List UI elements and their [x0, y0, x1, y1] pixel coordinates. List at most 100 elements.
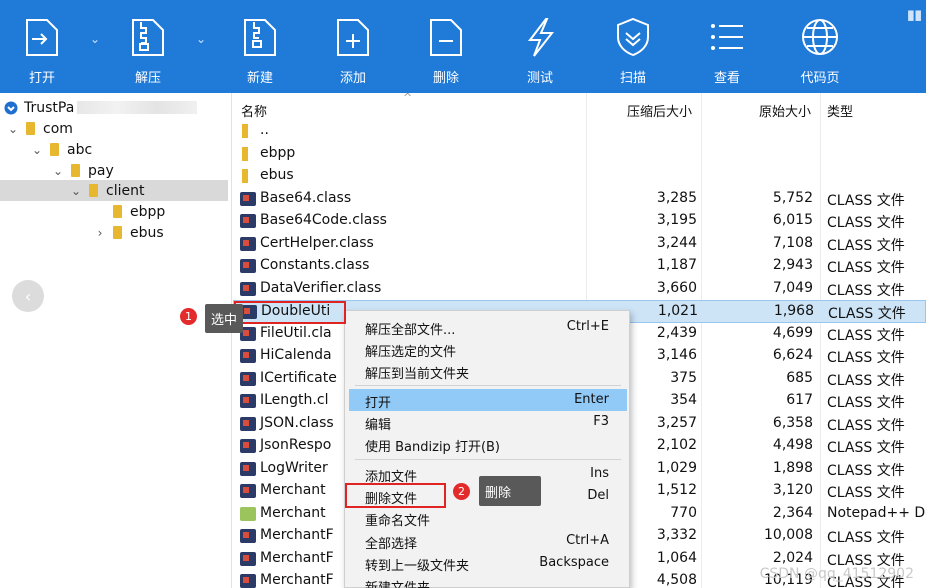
back-arrow-icon[interactable]: ‹: [12, 280, 44, 312]
scan-label: 扫描: [619, 71, 646, 86]
tree-item-ebus[interactable]: › ebus: [93, 222, 164, 243]
class-file-icon: [240, 529, 256, 543]
table-row[interactable]: Constants.class 1,187 2,943 CLASS 文件: [233, 255, 926, 278]
menu-item-extract-here[interactable]: 解压到当前文件夹: [349, 360, 627, 382]
menu-item-select-all[interactable]: 全部选择 Ctrl+A: [349, 530, 627, 552]
cell-type: CLASS 文件: [827, 237, 905, 254]
codepage-label: 代码页: [800, 71, 840, 86]
new-archive-button[interactable]: 新建: [236, 0, 284, 93]
cell-type: CLASS 文件: [827, 417, 905, 434]
cell-type: CLASS 文件: [827, 462, 905, 479]
chevron-down-icon[interactable]: ⌄: [51, 164, 65, 178]
menu-item-open-with-bandizip[interactable]: 使用 Bandizip 打开(B): [349, 433, 627, 455]
cell-packed-size: 1,187: [656, 257, 697, 273]
extract-label: 解压: [134, 71, 161, 86]
class-file-icon: [240, 371, 256, 386]
menu-item-open[interactable]: 打开 Enter: [349, 389, 627, 411]
sort-ascending-icon: ^: [403, 93, 413, 104]
cell-name: Base64.class: [260, 189, 352, 206]
cell-name: MerchantF: [260, 549, 334, 566]
cell-name: JSON.class: [260, 414, 334, 431]
cell-original-size: 617: [786, 392, 813, 408]
tree-item-pay[interactable]: ⌄ pay: [51, 160, 114, 181]
class-file-icon: [240, 214, 256, 228]
chevron-down-icon[interactable]: ⌄: [6, 122, 20, 136]
folder-icon: [242, 169, 248, 183]
tree-root-label: TrustPa: [24, 99, 75, 116]
class-file-icon: [240, 416, 256, 431]
test-button[interactable]: 测试: [516, 0, 564, 93]
cell-type: CLASS 文件: [827, 327, 905, 344]
menu-item-extract-all[interactable]: 解压全部文件... Ctrl+E: [349, 316, 627, 338]
extract-dropdown-icon[interactable]: ⌄: [196, 32, 206, 46]
menu-item-shortcut: F3: [593, 414, 609, 429]
add-button[interactable]: 添加: [329, 0, 377, 93]
cell-type: CLASS 文件: [827, 485, 905, 501]
cell-original-size: 5,752: [772, 189, 813, 206]
column-header-original[interactable]: 原始大小: [759, 101, 811, 120]
menu-separator: [355, 385, 621, 386]
extract-icon: [125, 10, 171, 64]
notepad-file-icon: [240, 506, 256, 521]
table-row[interactable]: ..: [233, 120, 926, 143]
chevron-down-icon[interactable]: ⌄: [69, 184, 83, 198]
cell-type: CLASS 文件: [827, 350, 905, 366]
table-row[interactable]: Base64.class 3,285 5,752 CLASS 文件: [233, 188, 926, 211]
step-badge-2: 2: [453, 483, 470, 500]
menu-item-label: 编辑: [365, 418, 392, 433]
cell-original-size: 6,624: [772, 347, 813, 363]
table-row[interactable]: ebus: [233, 165, 926, 188]
menu-item-rename[interactable]: 重命名文件: [349, 507, 627, 529]
tree-item-ebpp[interactable]: ebpp: [107, 201, 165, 222]
tree-root[interactable]: TrustPa: [4, 97, 198, 118]
class-file-icon: [240, 191, 256, 206]
menu-item-label: 解压到当前文件夹: [365, 367, 470, 382]
cell-original-size: 1,898: [772, 459, 813, 476]
column-header-packed[interactable]: 压缩后大小: [627, 101, 692, 120]
class-file-icon: [240, 394, 256, 408]
open-button[interactable]: 打开: [18, 0, 66, 93]
class-file-icon: [240, 259, 256, 273]
table-row[interactable]: ebpp: [233, 143, 926, 166]
chevron-down-icon[interactable]: ⌄: [30, 143, 44, 157]
table-row[interactable]: CertHelper.class 3,244 7,108 CLASS 文件: [233, 233, 926, 256]
folder-tree: TrustPa ⌄ com ⌄ abc ⌄ pay ⌄ client ebpp › ebu…: [0, 93, 232, 588]
table-row[interactable]: Base64Code.class 3,195 6,015 CLASS 文件: [233, 210, 926, 233]
add-icon: [330, 10, 376, 64]
toolbar-grip-icon[interactable]: ▪▪ ▪▪: [907, 7, 922, 23]
view-button[interactable]: 查看: [703, 0, 751, 93]
class-file-icon: [240, 574, 256, 588]
context-menu: 解压全部文件... Ctrl+E 解压选定的文件 解压到当前文件夹 打开 Enter…: [344, 310, 630, 588]
scan-button[interactable]: 扫描: [609, 0, 657, 93]
codepage-button[interactable]: 代码页: [796, 0, 844, 93]
new-archive-label: 新建: [246, 71, 273, 86]
cell-original-size: 2,364: [772, 504, 813, 521]
cell-original-size: 10,008: [764, 527, 813, 543]
menu-item-extract-selected[interactable]: 解压选定的文件: [349, 338, 627, 360]
cell-name: ILength.cl: [260, 392, 329, 408]
menu-item-shortcut: Enter: [574, 392, 609, 407]
cell-type: Notepad++ Do: [827, 504, 926, 521]
highlight-box-selected-file: [234, 301, 346, 324]
menu-item-new-folder[interactable]: 新建文件夹: [349, 574, 627, 588]
cell-original-size: 7,049: [772, 279, 813, 296]
extract-button[interactable]: 解压: [124, 0, 172, 93]
cell-name: Constants.class: [260, 257, 370, 273]
tree-item-com[interactable]: ⌄ com: [6, 118, 73, 139]
highlight-box-delete-menu: [345, 483, 446, 508]
open-dropdown-icon[interactable]: ⌄: [90, 32, 100, 46]
menu-item-edit[interactable]: 编辑 F3: [349, 411, 627, 433]
menu-item-go-up[interactable]: 转到上一级文件夹 Backspace: [349, 552, 627, 574]
table-row[interactable]: DataVerifier.class 3,660 7,049 CLASS 文件: [233, 278, 926, 301]
chevron-right-icon[interactable]: ›: [93, 226, 107, 240]
column-header-name[interactable]: 名称: [241, 101, 267, 120]
column-header-type[interactable]: 类型: [827, 101, 853, 120]
tree-item-abc[interactable]: ⌄ abc: [30, 139, 92, 160]
class-file-icon: [240, 281, 256, 296]
delete-button[interactable]: 删除: [422, 0, 470, 93]
cell-name: ..: [260, 122, 269, 138]
cell-name: ebus: [260, 167, 294, 183]
tree-item-client[interactable]: ⌄ client: [0, 180, 228, 201]
class-file-icon: [240, 461, 256, 476]
cell-original-size: 4,699: [772, 324, 813, 341]
